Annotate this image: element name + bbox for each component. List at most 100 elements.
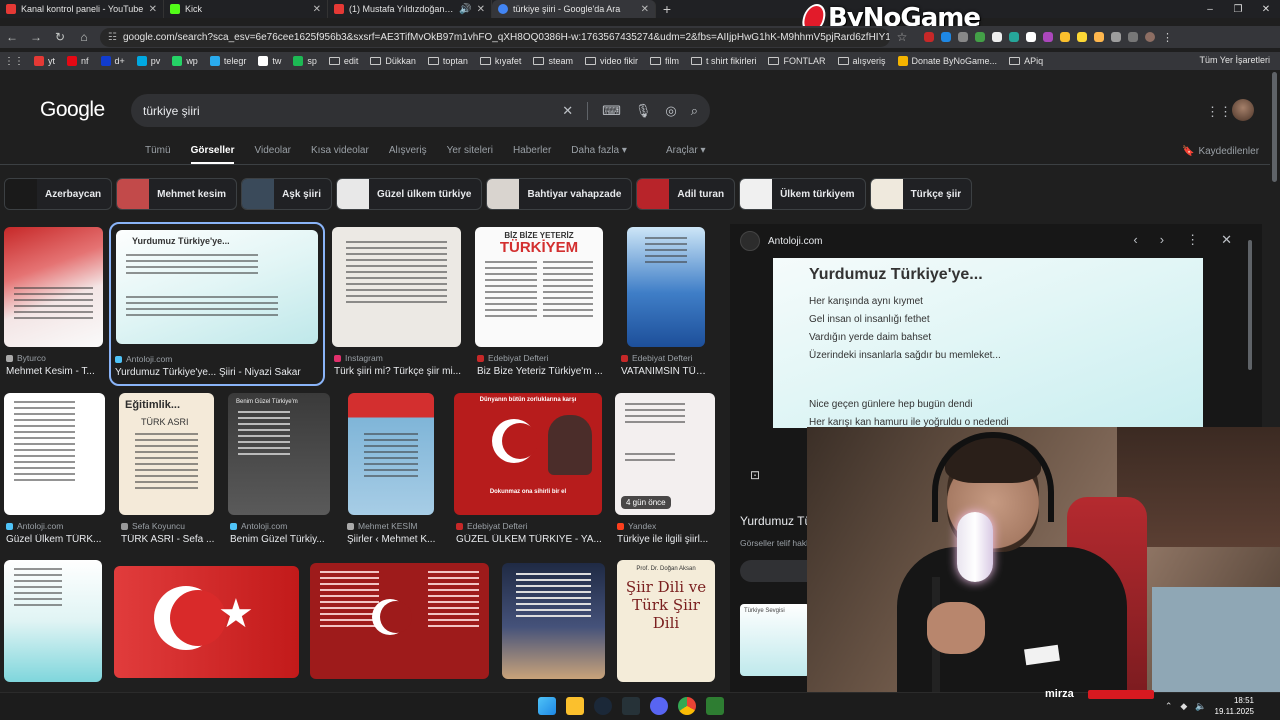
extension-icon[interactable] xyxy=(1077,32,1087,42)
tray-chevron-icon[interactable]: ⌃ xyxy=(1165,701,1173,712)
next-icon[interactable]: › xyxy=(1160,232,1164,248)
close-tab-icon[interactable]: ✕ xyxy=(477,4,485,15)
volume-icon[interactable]: 🔈 xyxy=(1195,701,1206,712)
bookmark-item[interactable]: t shirt fikirleri xyxy=(690,56,756,66)
search-icon[interactable]: ⌕ xyxy=(691,103,698,119)
network-icon[interactable]: ◆ xyxy=(1180,701,1187,712)
app-icon[interactable] xyxy=(706,697,724,715)
image-result[interactable]: Edebiyat Defteri VATANIMSIN TÜR... xyxy=(619,227,710,377)
image-result[interactable] xyxy=(310,563,489,679)
file-explorer-icon[interactable] xyxy=(566,697,584,715)
close-window-button[interactable]: ✕ xyxy=(1252,4,1280,15)
tab-all[interactable]: Tümü xyxy=(145,145,171,164)
bookmark-item[interactable]: yt xyxy=(34,56,55,66)
audio-icon[interactable]: 🔊 xyxy=(459,4,471,15)
extension-icon[interactable] xyxy=(1026,32,1036,42)
extension-icon[interactable] xyxy=(941,32,951,42)
image-result[interactable] xyxy=(502,563,605,679)
bookmark-item[interactable]: steam xyxy=(533,56,573,66)
image-result[interactable]: Mehmet KESİM Şiirler ‹ Mehmet K... xyxy=(345,393,437,545)
discord-icon[interactable] xyxy=(650,697,668,715)
extension-icon[interactable] xyxy=(958,32,968,42)
tab-places[interactable]: Yer siteleri xyxy=(447,145,493,164)
saved-button[interactable]: 🔖 Kaydedilenler xyxy=(1182,146,1259,157)
windows-start-icon[interactable] xyxy=(538,697,556,715)
close-tab-icon[interactable]: ✕ xyxy=(313,4,321,15)
tab-shopping[interactable]: Alışveriş xyxy=(389,145,427,164)
tab-news[interactable]: Haberler xyxy=(513,145,551,164)
tab-short-videos[interactable]: Kısa videolar xyxy=(311,145,369,164)
panel-scrollbar[interactable] xyxy=(1248,240,1252,370)
related-chip[interactable]: Bahtiyar vahapzade xyxy=(486,178,633,210)
related-chip[interactable]: Aşk şiiri xyxy=(241,178,332,210)
image-result[interactable]: BİZ BİZE YETERİZ TÜRKİYEM Edebiyat Defte… xyxy=(475,227,603,377)
bookmark-item[interactable]: APiq xyxy=(1009,56,1043,66)
bookmark-item[interactable]: sp xyxy=(293,56,317,66)
extension-icon[interactable] xyxy=(1060,32,1070,42)
related-image[interactable]: Türkiye Sevgisi xyxy=(740,604,810,676)
search-input[interactable]: türkiye şiiri xyxy=(143,104,562,118)
image-result[interactable] xyxy=(4,560,102,682)
forward-button[interactable]: → xyxy=(24,30,48,44)
image-result[interactable]: Prof. Dr. Doğan Aksan Şiir Dili ve Türk … xyxy=(617,560,715,682)
related-chip[interactable]: Ülkem türkiyem xyxy=(739,178,866,210)
related-chip[interactable]: Adil turan xyxy=(636,178,736,210)
bookmark-item[interactable]: FONTLAR xyxy=(768,56,826,66)
extension-icon[interactable] xyxy=(992,32,1002,42)
app-icon[interactable] xyxy=(622,697,640,715)
image-result[interactable]: 4 gün önce Yandex Türkiye ile ilgili şii… xyxy=(615,393,717,545)
page-scrollbar[interactable] xyxy=(1272,72,1277,182)
image-result[interactable]: ★ xyxy=(114,566,299,678)
maximize-button[interactable]: ❐ xyxy=(1224,4,1252,15)
keyboard-icon[interactable]: ⌨ xyxy=(602,103,621,119)
image-result[interactable]: Instagram Türk şiiri mi? Türkçe şiir mi.… xyxy=(332,227,461,377)
microphone-icon[interactable]: 🎙 xyxy=(635,103,652,119)
lens-search-icon[interactable]: ⊡ xyxy=(750,468,760,482)
more-options-icon[interactable]: ⋮ xyxy=(1186,232,1199,248)
bookmark-item[interactable]: telegr xyxy=(209,56,246,66)
related-chip[interactable]: Mehmet kesim xyxy=(116,178,238,210)
related-chip[interactable]: Türkçe şiir xyxy=(869,178,973,210)
bookmark-star-icon[interactable]: ☆ xyxy=(890,30,914,44)
back-button[interactable]: ← xyxy=(0,30,24,44)
bookmark-item[interactable]: edit xyxy=(328,56,358,66)
extension-icon[interactable] xyxy=(1009,32,1019,42)
extension-icon[interactable] xyxy=(1043,32,1053,42)
bookmark-item[interactable]: wp xyxy=(172,56,198,66)
menu-icon[interactable]: ⋮ xyxy=(1162,31,1173,44)
profile-icon[interactable] xyxy=(1145,32,1155,42)
sidepanel-icon[interactable] xyxy=(1128,32,1138,42)
related-chip[interactable]: Azerbaycan xyxy=(4,178,113,210)
bookmark-item[interactable]: d+ xyxy=(100,56,125,66)
tab-more[interactable]: Daha fazla ▾ xyxy=(571,145,627,164)
image-result[interactable]: Eğitimlik... TÜRK ASRI Sefa Koyuncu TÜRK… xyxy=(119,393,214,545)
browser-tab[interactable]: Kick ✕ xyxy=(164,0,328,18)
bookmark-item[interactable]: alışveriş xyxy=(837,56,886,66)
browser-tab[interactable]: Kanal kontrol paneli - YouTube ✕ xyxy=(0,0,164,18)
bookmark-item[interactable]: tw xyxy=(258,56,281,66)
related-chip[interactable]: Güzel ülkem türkiye xyxy=(335,178,483,210)
google-logo[interactable]: Google xyxy=(40,98,105,122)
avatar[interactable] xyxy=(1232,99,1254,121)
close-tab-icon[interactable]: ✕ xyxy=(149,4,157,15)
new-tab-button[interactable]: + xyxy=(656,1,678,17)
bookmark-item[interactable]: video fikir xyxy=(584,56,638,66)
image-result[interactable]: Dünyanın bütün zorluklarına karşı Dokunm… xyxy=(454,393,602,545)
extension-icon[interactable] xyxy=(975,32,985,42)
bookmark-item[interactable]: film xyxy=(649,56,679,66)
tab-images[interactable]: Görseller xyxy=(190,145,235,164)
preview-title[interactable]: Yurdumuz Tü xyxy=(740,514,811,528)
apps-grid-icon[interactable]: ⋮⋮ xyxy=(1206,104,1232,120)
bookmark-item[interactable]: Donate ByNoGame... xyxy=(897,56,997,66)
extensions-puzzle-icon[interactable] xyxy=(1111,32,1121,42)
lens-icon[interactable]: ◎ xyxy=(665,103,676,119)
browser-tab-active[interactable]: türkiye şiiri - Google'da Ara ✕ xyxy=(492,0,656,18)
tab-videos[interactable]: Videolar xyxy=(254,145,291,164)
image-result[interactable]: Antoloji.com Güzel Ülkem TÜRK... xyxy=(4,393,105,545)
preview-source[interactable]: Antoloji.com xyxy=(740,231,822,251)
bookmark-item[interactable]: nf xyxy=(67,56,89,66)
tools-button[interactable]: Araçlar ▾ xyxy=(666,145,705,156)
browser-tab[interactable]: (1) Mustafa Yıldızdoğan - Ö 🔊 ✕ xyxy=(328,0,492,18)
minimize-button[interactable]: – xyxy=(1196,4,1224,15)
home-button[interactable]: ⌂ xyxy=(72,30,96,44)
